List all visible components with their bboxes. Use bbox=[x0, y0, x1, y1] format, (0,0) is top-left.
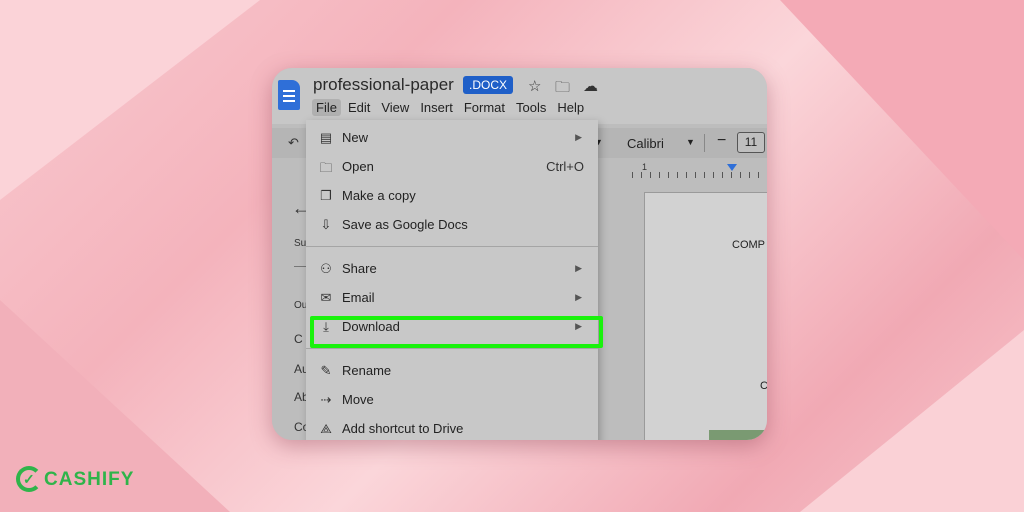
mail-icon: ✉ bbox=[320, 290, 332, 305]
menu-item-label: Add shortcut to Drive bbox=[342, 421, 464, 436]
submenu-arrow-icon: ▶ bbox=[575, 292, 582, 302]
caret-down-icon[interactable]: ▼ bbox=[686, 137, 695, 147]
menu-item-label: Save as Google Docs bbox=[342, 217, 468, 232]
menu-file[interactable]: File bbox=[312, 99, 341, 116]
shortcut-hint: Ctrl+O bbox=[546, 159, 584, 174]
menu-item-rename[interactable]: ✎ Rename bbox=[306, 357, 598, 385]
document-page[interactable] bbox=[644, 192, 767, 440]
undo-icon[interactable]: ↶ bbox=[288, 135, 299, 151]
page-text: C bbox=[760, 380, 767, 392]
menu-divider bbox=[306, 246, 598, 247]
font-size-input[interactable]: 11 bbox=[737, 132, 765, 153]
submenu-arrow-icon: ▶ bbox=[575, 263, 582, 273]
menu-item-label: Move bbox=[342, 392, 374, 407]
star-icon[interactable]: ☆ bbox=[528, 77, 541, 95]
toolbar-divider bbox=[704, 134, 705, 152]
brand-name: CASHIFY bbox=[44, 469, 135, 490]
menu-bar: File Edit View Insert Format Tools Help bbox=[312, 99, 591, 116]
cloud-status-icon[interactable]: ☁ bbox=[583, 77, 598, 95]
menu-tools[interactable]: Tools bbox=[512, 99, 550, 116]
indent-marker-icon[interactable] bbox=[727, 164, 737, 171]
menu-item-share[interactable]: ⚇ Share ▶ bbox=[306, 255, 598, 283]
background-facet bbox=[800, 330, 1024, 512]
submenu-arrow-icon: ▶ bbox=[575, 132, 582, 142]
title-bar: professional-paper .DOCX ☆ 🗀 ☁ File Edit V… bbox=[272, 68, 767, 124]
doc-icon: ▤ bbox=[319, 130, 333, 145]
menu-view[interactable]: View bbox=[377, 99, 413, 116]
add-person-icon: ⚇ bbox=[320, 261, 332, 276]
drive-shortcut-icon: ⟁ bbox=[320, 421, 332, 436]
copy-icon: ❐ bbox=[320, 188, 332, 203]
menu-item-label: Email bbox=[342, 290, 375, 305]
ruler[interactable]: 1 bbox=[602, 162, 767, 178]
file-menu: ▤ New ▶ 🗀 Open Ctrl+O ❐ Make a copy ⇩ Sa… bbox=[306, 120, 598, 440]
decrease-font-size-button[interactable]: − bbox=[717, 132, 726, 150]
checkmark-icon: ✓ bbox=[23, 471, 35, 487]
menu-item-move[interactable]: ⇢ Move bbox=[306, 386, 598, 414]
ruler-mark: 1 bbox=[642, 162, 648, 172]
folder-icon: 🗀 bbox=[319, 160, 333, 175]
menu-help[interactable]: Help bbox=[553, 99, 588, 116]
menu-item-label: Open bbox=[342, 159, 374, 174]
menu-divider bbox=[306, 348, 598, 349]
menu-edit[interactable]: Edit bbox=[344, 99, 374, 116]
menu-item-label: Make a copy bbox=[342, 188, 416, 203]
menu-item-email[interactable]: ✉ Email ▶ bbox=[306, 284, 598, 312]
font-family-select[interactable]: Calibri bbox=[627, 136, 664, 151]
document-title[interactable]: professional-paper bbox=[313, 75, 454, 95]
file-type-badge: .DOCX bbox=[463, 76, 514, 94]
screenshot-card: professional-paper .DOCX ☆ 🗀 ☁ File Edit V… bbox=[272, 68, 767, 440]
menu-item-make-a-copy[interactable]: ❐ Make a copy bbox=[306, 182, 598, 210]
background-facet bbox=[780, 0, 1024, 260]
menu-item-open[interactable]: 🗀 Open Ctrl+O bbox=[306, 153, 598, 181]
outline-label: Su bbox=[294, 238, 307, 249]
menu-item-label: New bbox=[342, 130, 369, 145]
menu-item-label: Rename bbox=[342, 363, 392, 378]
corner-badge bbox=[709, 430, 767, 440]
page-text: COMP bbox=[732, 239, 765, 251]
save-icon: ⇩ bbox=[320, 217, 332, 232]
move-folder-icon: ⇢ bbox=[320, 392, 332, 407]
background-facet bbox=[0, 0, 260, 200]
menu-format[interactable]: Format bbox=[460, 99, 509, 116]
docs-logo-icon[interactable] bbox=[278, 80, 300, 110]
menu-insert[interactable]: Insert bbox=[416, 99, 457, 116]
ruler-ticks bbox=[632, 172, 767, 178]
pencil-icon: ✎ bbox=[320, 363, 332, 378]
menu-item-new[interactable]: ▤ New ▶ bbox=[306, 124, 598, 152]
download-highlight-box bbox=[310, 316, 603, 348]
menu-item-add-shortcut-to-drive[interactable]: ⟁ Add shortcut to Drive bbox=[306, 415, 598, 440]
menu-item-label: Share bbox=[342, 261, 377, 276]
outline-panel: ← Su Ou C Au Ab Co bbox=[272, 180, 310, 440]
outline-item[interactable]: C bbox=[294, 332, 303, 346]
menu-item-save-as-google-docs[interactable]: ⇩ Save as Google Docs bbox=[306, 211, 598, 239]
